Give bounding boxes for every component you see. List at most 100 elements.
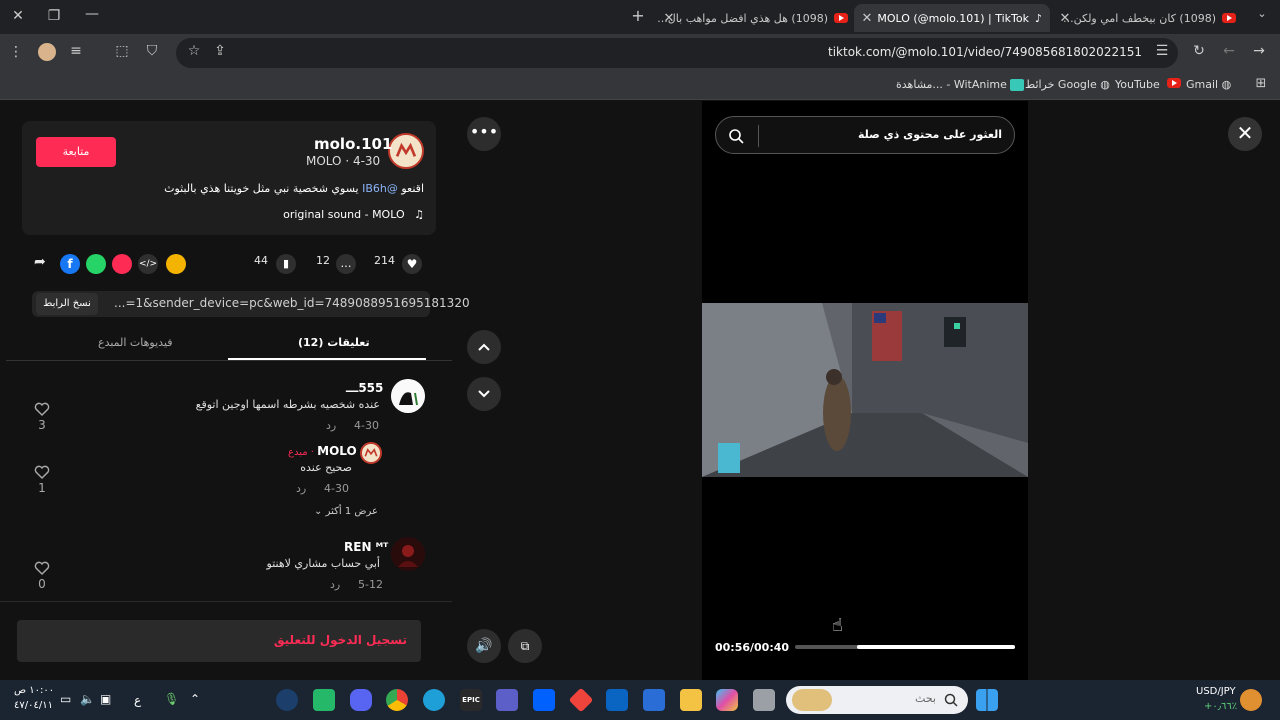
clock-time[interactable]: ١٠:٠٠ ص	[14, 685, 54, 696]
reply-like-icon[interactable]	[34, 464, 50, 479]
currency-widget-change[interactable]: +٠٫٦٦٪	[1204, 701, 1237, 712]
chat-app-icon[interactable]	[313, 689, 335, 711]
address-bar[interactable]: ☆ ⇪ tiktok.com/@molo.101/video/749085681…	[176, 38, 1178, 68]
reply-link[interactable]: رد	[330, 578, 340, 591]
shield-icon[interactable]: ⛉	[144, 43, 160, 59]
taskbar-search[interactable]: بحث	[786, 686, 968, 714]
bookmark-gmail[interactable]: Gmail ◍	[1186, 78, 1231, 91]
volume-button[interactable]: 🔊	[467, 629, 501, 663]
more-options-button[interactable]: •••	[467, 117, 501, 151]
epic-games-icon[interactable]: EPIC	[460, 689, 482, 711]
sound-link[interactable]: original sound - MOLO ♫	[283, 208, 424, 221]
tab-close-icon[interactable]: ✕	[660, 11, 678, 26]
dropbox-icon[interactable]	[533, 689, 555, 711]
microphone-icon[interactable]: 🎙	[164, 692, 179, 706]
next-video-button[interactable]	[467, 377, 501, 411]
close-window-icon[interactable]: ✕	[8, 8, 28, 24]
url-text[interactable]: tiktok.com/@molo.101/video/7490856818020…	[828, 45, 1142, 59]
task-view-icon[interactable]	[753, 689, 775, 711]
video-player[interactable]: العثور على محتوى ذي صلة 00:56/00:40 ☝	[702, 101, 1028, 680]
comment-username[interactable]: 555ـــ	[346, 381, 383, 395]
comment-avatar[interactable]	[391, 537, 425, 571]
reply-username[interactable]: مبدع · MOLO	[288, 444, 357, 458]
currency-widget-icon[interactable]	[1240, 689, 1262, 711]
clock-date[interactable]: ٤٧/٠٤/١١	[14, 700, 53, 711]
share-link-text[interactable]: ...=1&sender_device=pc&web_id=7489088951…	[114, 296, 470, 310]
back-icon[interactable]: →	[1250, 43, 1268, 59]
windows-start-icon[interactable]	[976, 689, 998, 711]
comment-avatar[interactable]	[391, 379, 425, 413]
tab-tiktok[interactable]: ♪ MOLO (@molo.101) | TikTok ✕	[854, 4, 1050, 32]
reply-link[interactable]: رد	[326, 419, 336, 432]
tab-youtube-2[interactable]: (1098) هل هذي افضل مواهب بال... ✕	[656, 4, 848, 32]
bookmark-google-maps[interactable]: خرائط Google ◍	[1025, 78, 1110, 91]
media-control-icon[interactable]: ≡	[68, 43, 84, 59]
profile-avatar[interactable]	[38, 43, 56, 61]
reply-reply-link[interactable]: رد	[296, 482, 306, 495]
network-icon[interactable]: ▣	[100, 692, 111, 706]
comment-like-icon[interactable]	[34, 560, 50, 575]
close-video-button[interactable]: ✕	[1228, 117, 1262, 151]
repost-icon[interactable]	[166, 254, 186, 274]
progress-bar[interactable]	[795, 645, 1015, 649]
reload-icon[interactable]: ↻	[1190, 43, 1208, 59]
menu-icon[interactable]: ⋮	[8, 44, 24, 60]
send-icon[interactable]	[112, 254, 132, 274]
edge-icon[interactable]	[423, 689, 445, 711]
battery-icon[interactable]: ▭	[60, 692, 71, 706]
speaker-icon[interactable]: 🔈	[80, 692, 95, 706]
apps-grid-icon[interactable]: ⊞	[1252, 76, 1270, 91]
store-icon[interactable]	[643, 689, 665, 711]
chrome-icon[interactable]	[386, 689, 408, 711]
input-language[interactable]: ع	[134, 693, 141, 707]
previous-video-button[interactable]	[467, 330, 501, 364]
view-more-replies[interactable]: عرض 1 أكثر ⌄	[314, 506, 378, 517]
steam-icon[interactable]	[276, 689, 298, 711]
video-frame[interactable]	[702, 303, 1028, 477]
comment-username[interactable]: REN ᴹᵀ	[344, 540, 388, 554]
tab-search-icon[interactable]: ⌄	[1252, 7, 1272, 20]
anydesk-icon[interactable]	[568, 687, 594, 713]
outlook-icon[interactable]	[606, 689, 628, 711]
tab-close-icon[interactable]: ✕	[1056, 11, 1074, 26]
facebook-icon[interactable]: f	[60, 254, 80, 274]
file-explorer-icon[interactable]	[680, 689, 702, 711]
site-settings-icon[interactable]: ☰	[1154, 43, 1170, 59]
share-icon[interactable]: ⇪	[212, 43, 228, 59]
teams-icon[interactable]	[496, 689, 518, 711]
comment-like-icon[interactable]	[34, 401, 50, 416]
tab-close-icon[interactable]: ✕	[858, 11, 876, 26]
heart-icon[interactable]: ♥	[402, 254, 422, 274]
extensions-icon[interactable]: ⬚	[114, 43, 130, 59]
follow-button[interactable]: متابعة	[36, 137, 116, 167]
discord-icon[interactable]	[350, 689, 372, 711]
copy-link-button[interactable]: نسخ الرابط	[36, 293, 98, 315]
search-icon[interactable]	[728, 128, 744, 144]
bookmark-youtube[interactable]: YouTube	[1115, 78, 1182, 91]
login-to-comment-text[interactable]: تسجيل الدخول للتعليق	[274, 633, 407, 647]
forward-icon[interactable]: ←	[1220, 43, 1238, 59]
bookmark-icon[interactable]: ▮	[276, 254, 296, 274]
whatsapp-icon[interactable]	[86, 254, 106, 274]
embed-icon[interactable]: </>	[138, 254, 158, 274]
share-arrow-icon[interactable]: ➦	[34, 254, 46, 270]
minimize-window-icon[interactable]: —	[82, 6, 102, 22]
picture-in-picture-button[interactable]: ⧉	[508, 629, 542, 663]
tab-comments[interactable]: تعليقات (12)	[298, 336, 370, 349]
restore-window-icon[interactable]: ❐	[44, 8, 64, 24]
bookmark-witanime[interactable]: مشاهدة... - WitAnime	[896, 78, 1025, 91]
tab-creator-videos[interactable]: فيديوهات المبدع	[98, 336, 173, 349]
reply-avatar[interactable]	[360, 442, 382, 464]
comment-icon[interactable]: …	[336, 254, 356, 274]
creator-avatar[interactable]	[388, 133, 424, 169]
login-to-comment-box[interactable]: تسجيل الدخول للتعليق	[17, 620, 421, 662]
caption-mention[interactable]: @IB6h	[362, 182, 398, 195]
creator-username[interactable]: molo.101	[314, 135, 392, 153]
tray-overflow-icon[interactable]: ⌃	[190, 692, 200, 706]
bookmark-star-icon[interactable]: ☆	[186, 43, 202, 59]
tab-youtube-1[interactable]: (1098) كان بيخطف امي ولكن... ✕	[1052, 4, 1244, 32]
related-search-bar[interactable]: العثور على محتوى ذي صلة	[715, 116, 1015, 154]
new-tab-icon[interactable]: +	[628, 6, 648, 25]
copilot-icon[interactable]	[716, 689, 738, 711]
currency-widget-label[interactable]: USD/JPY	[1196, 686, 1236, 697]
